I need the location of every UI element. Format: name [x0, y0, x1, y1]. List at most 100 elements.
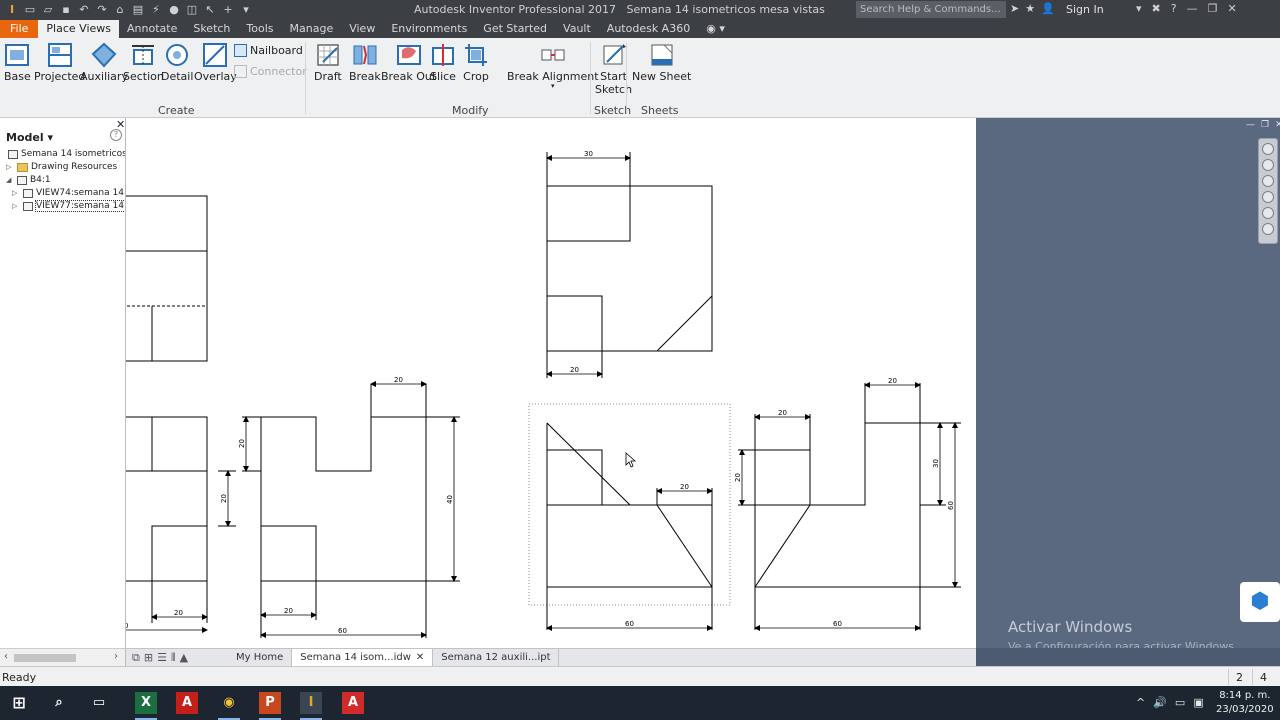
- dim-text[interactable]: 20: [284, 607, 293, 615]
- browser-horizontal-scrollbar[interactable]: ‹ ›: [0, 648, 126, 666]
- tree-view74[interactable]: ▷ VIEW74:semana 14 isor: [12, 188, 125, 198]
- tab-part-file[interactable]: Semana 12 auxili...ipt: [433, 648, 560, 667]
- tab-sketch[interactable]: Sketch: [185, 20, 238, 38]
- dim-text[interactable]: 30: [932, 459, 940, 468]
- dim-text[interactable]: 20: [888, 377, 897, 385]
- add-icon[interactable]: +: [220, 2, 236, 18]
- chevron-right-icon[interactable]: ›: [114, 651, 118, 662]
- print-icon[interactable]: ▤: [130, 2, 146, 18]
- task-view-icon[interactable]: ▭: [88, 692, 110, 714]
- chevron-right-icon[interactable]: ▷: [6, 163, 14, 171]
- dim-text[interactable]: 20: [778, 409, 787, 417]
- help-icon[interactable]: ?: [110, 129, 122, 141]
- document-list-icon[interactable]: ▲: [180, 651, 188, 665]
- steering-wheel-icon[interactable]: [1262, 143, 1274, 155]
- restore-icon[interactable]: ❐: [1261, 120, 1269, 130]
- dim-text[interactable]: 40: [446, 495, 454, 504]
- tile-icon[interactable]: ⊞: [144, 651, 153, 665]
- dim-text[interactable]: 20: [734, 473, 742, 482]
- redo-icon[interactable]: ↷: [94, 2, 110, 18]
- auxiliary-view-button[interactable]: Auxiliary: [80, 42, 128, 83]
- tab-view[interactable]: View: [341, 20, 383, 38]
- material-icon[interactable]: ●: [166, 2, 182, 18]
- browser-header[interactable]: Model ▾: [6, 131, 53, 144]
- system-clock[interactable]: 8:14 p. m. 23/03/2020: [1216, 689, 1274, 717]
- measure-icon[interactable]: ◫: [184, 2, 200, 18]
- notification-icon[interactable]: ▣: [1193, 696, 1203, 709]
- tab-file[interactable]: File: [0, 20, 39, 38]
- tile-horizontal-icon[interactable]: ☰: [157, 651, 167, 665]
- dim-text[interactable]: 20: [220, 494, 228, 503]
- chrome-icon[interactable]: ◉: [218, 692, 240, 714]
- cascade-icon[interactable]: ⧉: [132, 651, 140, 665]
- front-view[interactable]: [528, 403, 731, 630]
- tab-get-started[interactable]: Get Started: [475, 20, 555, 38]
- dim-text[interactable]: 20: [680, 483, 689, 491]
- sign-in-button[interactable]: Sign In: [1066, 3, 1104, 16]
- minimize-icon[interactable]: —: [1187, 2, 1198, 15]
- a360-panel-button[interactable]: ⬢: [1240, 582, 1280, 622]
- dim-text[interactable]: 60: [338, 627, 347, 635]
- volume-icon[interactable]: 🔊: [1153, 696, 1167, 709]
- user-icon[interactable]: 👤: [1041, 2, 1055, 15]
- help-search-input[interactable]: Search Help & Commands...: [856, 1, 1006, 18]
- help-icon[interactable]: ?: [1171, 2, 1177, 15]
- dim-text[interactable]: 60: [947, 501, 955, 510]
- save-icon[interactable]: ▪: [58, 2, 74, 18]
- tree-sheet[interactable]: ◢ B4:1: [6, 175, 51, 185]
- dim-text[interactable]: 60: [833, 620, 842, 628]
- base-view-button[interactable]: Base: [4, 42, 31, 83]
- home-icon[interactable]: ⌂: [112, 2, 128, 18]
- left-top-view[interactable]: [126, 195, 208, 362]
- slice-button[interactable]: Slice: [430, 42, 456, 83]
- side-view[interactable]: [738, 383, 961, 630]
- chevron-left-icon[interactable]: ‹: [4, 651, 8, 662]
- inventor-taskbar-icon[interactable]: I: [300, 692, 322, 714]
- tab-vault[interactable]: Vault: [555, 20, 599, 38]
- dim-text[interactable]: 60: [625, 620, 634, 628]
- projected-view-button[interactable]: Projected: [34, 42, 85, 83]
- open-icon[interactable]: ▱: [40, 2, 56, 18]
- break-button[interactable]: Break: [349, 42, 381, 83]
- customize-qat-icon[interactable]: ▾: [238, 2, 254, 18]
- chevron-down-icon[interactable]: ▾: [507, 83, 599, 90]
- detail-view-button[interactable]: Detail: [161, 42, 193, 83]
- break-out-button[interactable]: Break Out: [381, 42, 436, 83]
- acrobat-icon[interactable]: A: [176, 692, 198, 714]
- left-front-view[interactable]: [126, 384, 460, 638]
- chevron-right-icon[interactable]: ▷: [12, 189, 20, 197]
- draft-button[interactable]: Draft: [314, 42, 342, 83]
- camera-dropdown-icon[interactable]: ◉ ▾: [698, 20, 733, 38]
- tab-active-drawing[interactable]: Semana 14 isom...idw ✕: [292, 648, 434, 667]
- tree-drawing-resources[interactable]: ▷ Drawing Resources: [6, 162, 117, 172]
- dim-text[interactable]: 20: [570, 366, 579, 374]
- tile-vertical-icon[interactable]: ⫴: [171, 651, 176, 665]
- zoom-icon[interactable]: [1262, 175, 1274, 187]
- tab-autodesk-a360[interactable]: Autodesk A360: [599, 20, 698, 38]
- chevron-up-icon[interactable]: ^: [1136, 696, 1145, 709]
- crop-button[interactable]: Crop: [463, 42, 489, 83]
- dim-text[interactable]: 30: [584, 150, 593, 158]
- close-icon[interactable]: ✕: [1275, 120, 1280, 130]
- dim-text[interactable]: 0: [126, 622, 128, 630]
- dim-text[interactable]: 20: [394, 376, 403, 384]
- drawing-canvas[interactable]: 30 20 20 20 20 40 20 20 60 0 20 60 20 20…: [126, 118, 976, 648]
- star-icon[interactable]: ★: [1025, 2, 1035, 15]
- search-icon[interactable]: ⌕: [48, 692, 70, 714]
- minimize-icon[interactable]: —: [1246, 120, 1255, 130]
- dropdown-icon[interactable]: ▾: [1136, 2, 1142, 15]
- drawing-sheet[interactable]: 30 20 20 20 20 40 20 20 60 0 20 60 20 20…: [126, 118, 976, 648]
- nailboard-button[interactable]: Nailboard: [234, 44, 303, 57]
- maximize-icon[interactable]: ❐: [1208, 2, 1218, 15]
- scrollbar-thumb[interactable]: [14, 654, 76, 662]
- dim-text[interactable]: 20: [174, 609, 183, 617]
- tree-view77[interactable]: ▷ VIEW77:semana 14 isor: [12, 200, 125, 212]
- autocad-icon[interactable]: A: [342, 692, 364, 714]
- dim-text[interactable]: 20: [238, 439, 246, 448]
- look-at-icon[interactable]: [1262, 223, 1274, 235]
- tab-annotate[interactable]: Annotate: [119, 20, 185, 38]
- chevron-down-icon[interactable]: ◢: [6, 176, 14, 184]
- tab-environments[interactable]: Environments: [383, 20, 475, 38]
- overlay-view-button[interactable]: Overlay: [194, 42, 237, 83]
- break-alignment-button[interactable]: Break Alignment ▾: [507, 42, 599, 90]
